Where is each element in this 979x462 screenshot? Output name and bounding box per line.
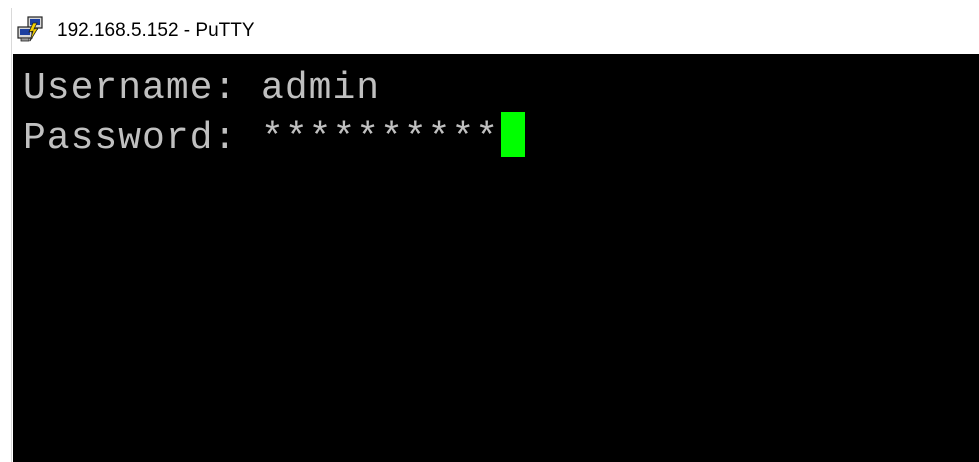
terminal-line-username: Username: admin [23,66,380,112]
username-value: admin [261,67,381,110]
password-prompt: Password: [23,117,238,160]
putty-icon[interactable] [16,16,46,44]
terminal-screen[interactable]: Username: admin Password: ********** [13,54,979,462]
terminal-line-password: Password: ********** [23,112,526,162]
username-prompt: Username: [23,67,238,110]
password-value: ********** [261,117,500,160]
title-bar[interactable]: 192.168.5.152 - PuTTY [12,8,979,53]
putty-window: 192.168.5.152 - PuTTY Username: admin Pa… [11,8,979,462]
terminal-cursor [501,112,526,157]
window-title: 192.168.5.152 - PuTTY [57,20,255,41]
